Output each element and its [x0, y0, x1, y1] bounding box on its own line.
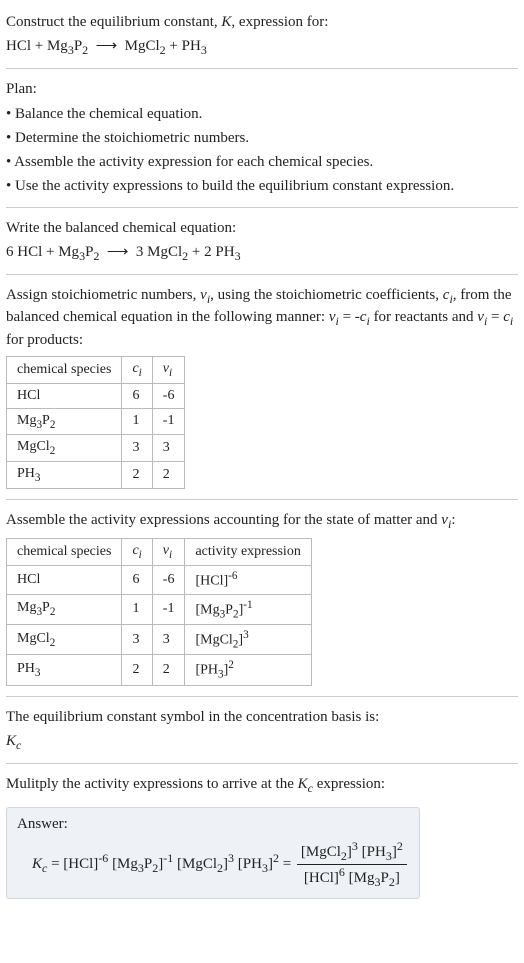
plan-step: • Determine the stoichiometric numbers.	[6, 128, 518, 148]
symbol-intro: The equilibrium constant symbol in the c…	[6, 707, 518, 727]
multiply-intro: Mulitply the activity expressions to arr…	[6, 774, 518, 796]
cell-v: -1	[152, 408, 185, 435]
cell-v: -6	[152, 565, 185, 594]
cell-species: MgCl2	[7, 435, 122, 462]
col-vi: νi	[152, 356, 185, 383]
col-ci: ci	[122, 356, 152, 383]
table-row: MgCl2 3 3 [MgCl2]3	[7, 625, 312, 655]
cell-v: 3	[152, 625, 185, 655]
cell-species: HCl	[7, 383, 122, 408]
cell-v: 2	[152, 462, 185, 489]
table-row: Mg3P2 1 -1	[7, 408, 185, 435]
stoichiometric-table: chemical species ci νi HCl 6 -6 Mg3P2 1 …	[6, 356, 185, 489]
balanced-equation: 6 HCl + Mg3P2 ⟶ 3 MgCl2 + 2 PH3	[6, 242, 518, 264]
cell-c: 2	[122, 462, 152, 489]
col-species: chemical species	[7, 356, 122, 383]
divider	[6, 207, 518, 208]
cell-v: 3	[152, 435, 185, 462]
answer-expression: Kc = [HCl]-6 [Mg3P2]-1 [MgCl2]3 [PH3]2 =…	[17, 839, 409, 890]
cell-species: HCl	[7, 565, 122, 594]
col-species: chemical species	[7, 539, 122, 566]
table-row: MgCl2 3 3	[7, 435, 185, 462]
cell-expr: [MgCl2]3	[185, 625, 311, 655]
col-vi: νi	[152, 539, 185, 566]
cell-species: Mg3P2	[7, 408, 122, 435]
cell-c: 6	[122, 565, 152, 594]
cell-expr: [Mg3P2]-1	[185, 594, 311, 624]
table-row: PH3 2 2	[7, 462, 185, 489]
divider	[6, 763, 518, 764]
cell-species: PH3	[7, 462, 122, 489]
construct-title: Construct the equilibrium constant, K, e…	[6, 12, 518, 32]
divider	[6, 499, 518, 500]
col-ci: ci	[122, 539, 152, 566]
cell-v: -1	[152, 594, 185, 624]
symbol-kc: Kc	[6, 731, 518, 753]
answer-label: Answer:	[17, 816, 409, 833]
divider	[6, 274, 518, 275]
cell-c: 6	[122, 383, 152, 408]
divider	[6, 68, 518, 69]
cell-species: Mg3P2	[7, 594, 122, 624]
activity-table: chemical species ci νi activity expressi…	[6, 538, 312, 686]
cell-c: 1	[122, 408, 152, 435]
balanced-intro: Write the balanced chemical equation:	[6, 218, 518, 238]
table-row: HCl 6 -6 [HCl]-6	[7, 565, 312, 594]
cell-expr: [PH3]2	[185, 655, 311, 685]
col-expr: activity expression	[185, 539, 311, 566]
answer-box: Answer: Kc = [HCl]-6 [Mg3P2]-1 [MgCl2]3 …	[6, 807, 420, 899]
plan-step: • Balance the chemical equation.	[6, 104, 518, 124]
table-header-row: chemical species ci νi activity expressi…	[7, 539, 312, 566]
assign-text: Assign stoichiometric numbers, νi, using…	[6, 285, 518, 350]
table-row: HCl 6 -6	[7, 383, 185, 408]
activity-intro: Assemble the activity expressions accoun…	[6, 510, 518, 532]
plan-step: • Assemble the activity expression for e…	[6, 152, 518, 172]
cell-species: MgCl2	[7, 625, 122, 655]
cell-c: 3	[122, 435, 152, 462]
cell-expr: [HCl]-6	[185, 565, 311, 594]
divider	[6, 696, 518, 697]
table-header-row: chemical species ci νi	[7, 356, 185, 383]
cell-v: 2	[152, 655, 185, 685]
plan-step: • Use the activity expressions to build …	[6, 176, 518, 196]
cell-c: 3	[122, 625, 152, 655]
cell-v: -6	[152, 383, 185, 408]
plan-title: Plan:	[6, 79, 518, 99]
unbalanced-equation: HCl + Mg3P2 ⟶ MgCl2 + PH3	[6, 36, 518, 58]
cell-species: PH3	[7, 655, 122, 685]
table-row: PH3 2 2 [PH3]2	[7, 655, 312, 685]
table-row: Mg3P2 1 -1 [Mg3P2]-1	[7, 594, 312, 624]
cell-c: 2	[122, 655, 152, 685]
cell-c: 1	[122, 594, 152, 624]
